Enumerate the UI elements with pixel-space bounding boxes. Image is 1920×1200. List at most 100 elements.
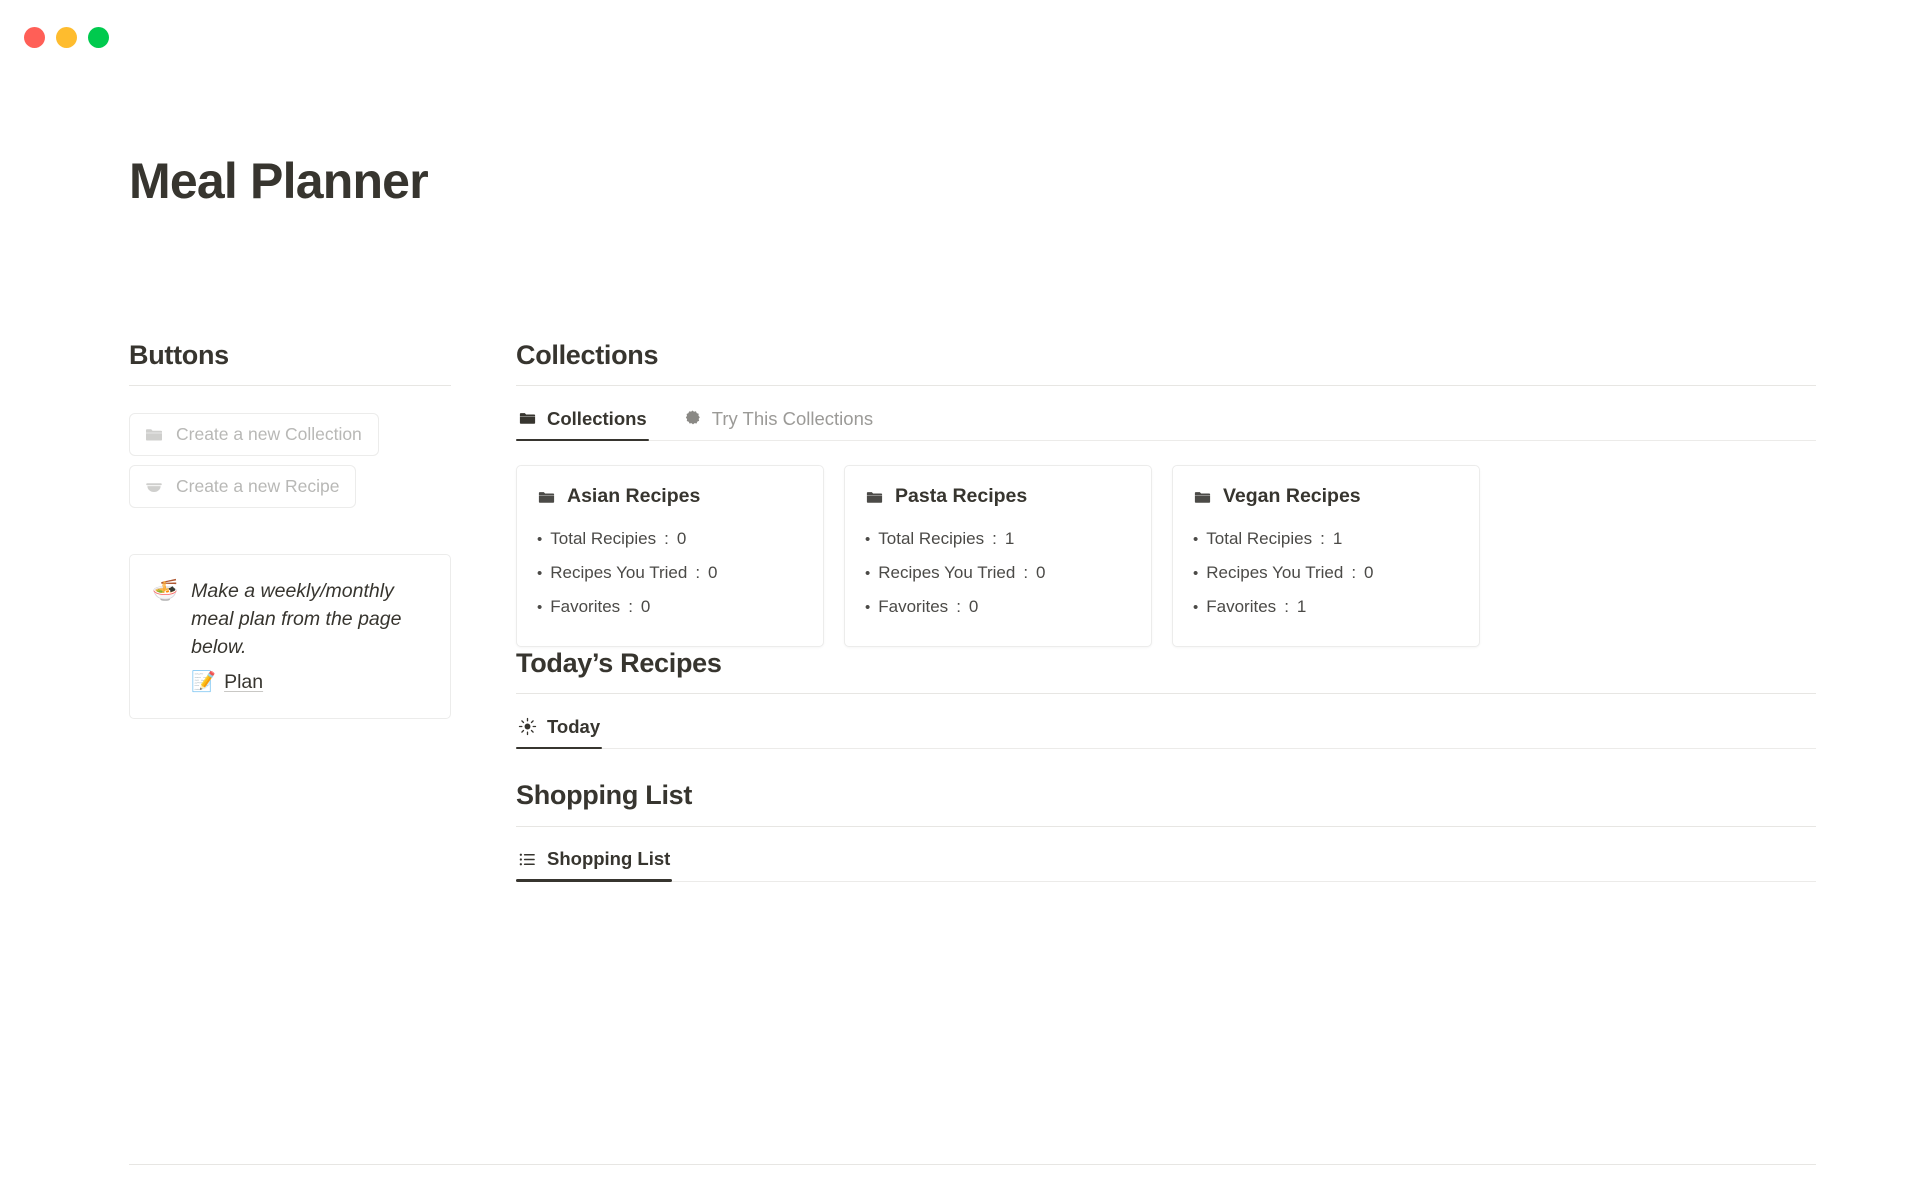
collection-card-stats: • Total Recipies : 1 • Recipes You Tried… bbox=[865, 522, 1131, 624]
stat-label: Favorites bbox=[878, 596, 949, 616]
minimize-window-button[interactable] bbox=[56, 26, 77, 48]
collection-card-title: Asian Recipes bbox=[567, 485, 701, 508]
stat-row: • Recipes You Tried : 0 bbox=[537, 556, 803, 590]
callout-link-row[interactable]: 📝 Plan bbox=[191, 671, 430, 694]
bullet-icon: • bbox=[1193, 598, 1199, 616]
tab-collections[interactable]: Collections bbox=[516, 407, 665, 442]
stat-row: • Total Recipies : 1 bbox=[865, 522, 1131, 556]
page-content: Meal Planner Buttons Create a new Collec… bbox=[0, 74, 1920, 1200]
callout-text: Make a weekly/monthly meal plan from the… bbox=[191, 579, 402, 659]
stat-row: • Favorites : 0 bbox=[537, 590, 803, 624]
stat-sep: : bbox=[1284, 596, 1289, 616]
shopping-list-block: Shopping List Shopping List bbox=[516, 779, 1816, 911]
tab-shopping-list[interactable]: Shopping List bbox=[516, 848, 688, 882]
stat-label: Favorites bbox=[1206, 596, 1277, 616]
collection-card-title-row: Asian Recipes bbox=[537, 484, 803, 509]
tab-collections-label: Collections bbox=[547, 407, 647, 429]
rosette-icon bbox=[683, 409, 702, 428]
bullet-icon: • bbox=[865, 530, 871, 548]
create-new-recipe-button[interactable]: Create a new Recipe bbox=[129, 465, 357, 508]
bullet-icon: • bbox=[1193, 530, 1199, 548]
bullet-icon: • bbox=[1193, 564, 1199, 582]
stat-row: • Favorites : 1 bbox=[1193, 590, 1459, 624]
stat-value: 0 bbox=[640, 596, 651, 616]
shopping-list-empty-area bbox=[516, 882, 1816, 912]
stat-row: • Favorites : 0 bbox=[865, 590, 1131, 624]
stat-value: 1 bbox=[1004, 528, 1015, 548]
stat-value: 0 bbox=[968, 596, 979, 616]
stat-value: 0 bbox=[708, 562, 718, 582]
buttons-stack: Create a new Collection Create a new Rec… bbox=[129, 413, 451, 508]
list-icon bbox=[518, 850, 537, 869]
collections-cards: Asian Recipes • Total Recipies : 0 • Rec… bbox=[516, 465, 1816, 648]
collection-card[interactable]: Vegan Recipes • Total Recipies : 1 • Rec… bbox=[1172, 465, 1480, 648]
todays-recipes-heading: Today’s Recipes bbox=[516, 648, 722, 679]
stat-sep: : bbox=[1320, 528, 1325, 548]
create-new-collection-button[interactable]: Create a new Collection bbox=[129, 413, 379, 457]
stat-sep: : bbox=[1351, 562, 1357, 582]
app-window: Meal Planner Buttons Create a new Collec… bbox=[0, 0, 1920, 1200]
create-new-recipe-label: Create a new Recipe bbox=[176, 476, 340, 497]
folder-icon bbox=[537, 488, 556, 507]
maximize-window-button[interactable] bbox=[88, 26, 109, 48]
folder-icon bbox=[865, 488, 884, 507]
page-title: Meal Planner bbox=[129, 153, 429, 209]
collection-card-title: Vegan Recipes bbox=[1223, 485, 1361, 508]
tab-today-label: Today bbox=[547, 715, 601, 737]
stat-value: 0 bbox=[676, 528, 687, 548]
tab-today[interactable]: Today bbox=[516, 715, 618, 750]
stat-row: • Recipes You Tried : 0 bbox=[1193, 556, 1459, 590]
stat-sep: : bbox=[992, 528, 997, 548]
main-column: Collections Collections Try This Collect… bbox=[516, 339, 1816, 912]
stat-value: 1 bbox=[1296, 596, 1307, 616]
databases-divider bbox=[129, 1164, 1816, 1165]
todays-recipes-tabbar: Today bbox=[516, 694, 1816, 750]
stat-sep: : bbox=[1023, 562, 1029, 582]
collection-card-title-row: Pasta Recipes bbox=[865, 484, 1131, 509]
collection-card-title: Pasta Recipes bbox=[895, 485, 1028, 508]
stat-label: Recipes You Tried bbox=[550, 562, 688, 582]
stat-label: Favorites bbox=[550, 596, 621, 616]
collections-tabbar: Collections Try This Collections bbox=[516, 386, 1816, 442]
collection-card[interactable]: Pasta Recipes • Total Recipies : 1 • Rec… bbox=[844, 465, 1152, 648]
window-titlebar bbox=[0, 0, 1920, 74]
steaming-bowl-icon: 🍜 bbox=[152, 578, 179, 602]
collections-block: Collections Collections Try This Collect… bbox=[516, 339, 1816, 648]
stat-value: 0 bbox=[1364, 562, 1374, 582]
stat-label: Recipes You Tried bbox=[878, 562, 1016, 582]
stat-label: Total Recipies bbox=[1206, 528, 1313, 548]
bullet-icon: • bbox=[537, 598, 543, 616]
stat-row: • Total Recipies : 1 bbox=[1193, 522, 1459, 556]
bullet-icon: • bbox=[865, 564, 871, 582]
stat-sep: : bbox=[695, 562, 701, 582]
stat-sep: : bbox=[956, 596, 961, 616]
buttons-divider bbox=[129, 385, 451, 387]
close-window-button[interactable] bbox=[24, 26, 45, 48]
folder-icon bbox=[144, 425, 164, 445]
meal-plan-callout: 🍜 Make a weekly/monthly meal plan from t… bbox=[129, 553, 451, 719]
collection-card-stats: • Total Recipies : 1 • Recipes You Tried… bbox=[1193, 522, 1459, 624]
tab-try-this-collections-label: Try This Collections bbox=[711, 407, 874, 429]
folder-icon bbox=[1193, 488, 1212, 507]
bullet-icon: • bbox=[537, 530, 543, 548]
collection-card[interactable]: Asian Recipes • Total Recipies : 0 • Rec… bbox=[516, 465, 824, 648]
tab-shopping-list-label: Shopping List bbox=[547, 848, 671, 870]
collection-card-stats: • Total Recipies : 0 • Recipes You Tried… bbox=[537, 522, 803, 624]
collections-heading: Collections bbox=[516, 340, 659, 370]
stat-sep: : bbox=[664, 528, 669, 548]
stat-label: Recipes You Tried bbox=[1206, 562, 1344, 582]
todays-recipes-empty-area bbox=[516, 749, 1816, 779]
stat-row: • Recipes You Tried : 0 bbox=[865, 556, 1131, 590]
todays-recipes-block: Today’s Recipes Today bbox=[516, 647, 1816, 779]
create-new-collection-label: Create a new Collection bbox=[176, 424, 362, 445]
tab-try-this-collections[interactable]: Try This Collections bbox=[681, 409, 891, 440]
plan-page-link[interactable]: Plan bbox=[224, 671, 263, 694]
memo-icon: 📝 bbox=[191, 671, 217, 694]
bowl-icon bbox=[144, 477, 164, 497]
stat-sep: : bbox=[628, 596, 633, 616]
stat-value: 0 bbox=[1036, 562, 1046, 582]
shopping-list-heading: Shopping List bbox=[516, 780, 693, 811]
stat-label: Total Recipies bbox=[550, 528, 657, 548]
bullet-icon: • bbox=[865, 598, 871, 616]
stat-row: • Total Recipies : 0 bbox=[537, 522, 803, 556]
